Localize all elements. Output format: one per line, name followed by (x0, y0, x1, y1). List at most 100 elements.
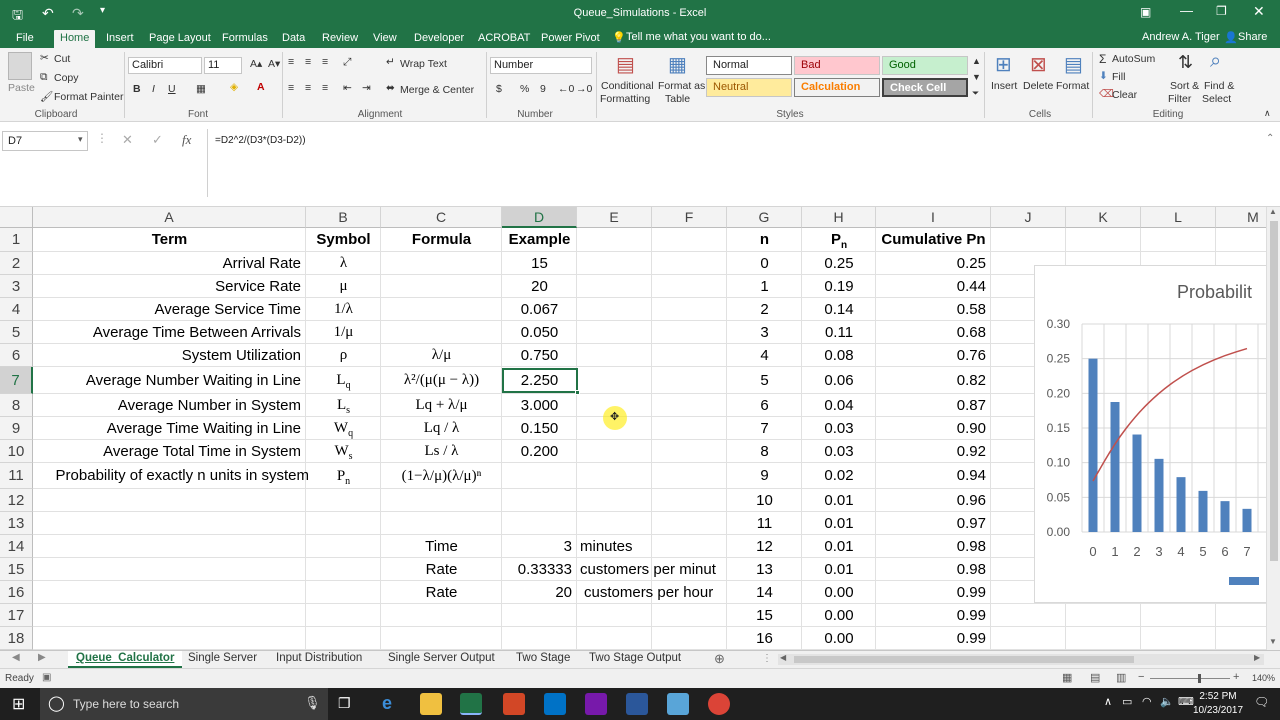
font-name-select[interactable]: Calibri (128, 57, 202, 74)
chart-bar[interactable] (1176, 477, 1186, 532)
column-header-j[interactable]: J (991, 207, 1066, 228)
cumulative-pn-cell[interactable]: 0.76 (876, 344, 986, 367)
chart-bar[interactable] (1154, 458, 1164, 532)
pn-cell[interactable]: 0.06 (802, 367, 876, 394)
symbol-cell[interactable]: Pn (306, 463, 381, 489)
chart-bar[interactable] (1088, 358, 1098, 532)
column-header-k[interactable]: K (1066, 207, 1141, 228)
tab-view[interactable]: View (367, 30, 403, 48)
tab-acrobat[interactable]: ACROBAT (472, 30, 536, 48)
n-cell[interactable]: 9 (727, 463, 802, 489)
row-header-5[interactable]: 5 (0, 321, 33, 344)
underline-button[interactable]: U (168, 83, 176, 95)
column-header-h[interactable]: H (802, 207, 876, 228)
header-cumulative-pn[interactable]: Cumulative Pn (876, 228, 991, 252)
scroll-up-icon[interactable]: ▲ (1269, 207, 1277, 216)
formula-cell[interactable]: λ²/(μ(μ − λ)) (381, 367, 502, 394)
merge-center-button[interactable]: Merge & Center (400, 84, 474, 96)
powerpoint-icon[interactable] (503, 693, 525, 715)
row-header-16[interactable]: 16 (0, 581, 33, 604)
symbol-cell[interactable]: λ (306, 252, 381, 275)
chart-bar[interactable] (1220, 501, 1230, 532)
autosum-button[interactable]: AutoSum (1112, 53, 1155, 65)
n-cell[interactable]: 4 (727, 344, 802, 367)
example-cell[interactable]: 0.150 (502, 417, 577, 440)
calc-label[interactable]: Time (381, 535, 502, 558)
row-header-7[interactable]: 7 (0, 367, 33, 394)
n-cell[interactable]: 12 (727, 535, 802, 558)
clock-date[interactable]: 10/23/2017 (1192, 705, 1244, 716)
term-cell[interactable]: Average Time Between Arrivals (33, 321, 301, 344)
page-layout-view-icon[interactable]: ▤ (1090, 671, 1100, 684)
maximize-button[interactable]: ❐ (1216, 4, 1227, 18)
sort-filter-button[interactable]: Sort & (1170, 80, 1199, 92)
chart-bar[interactable] (1110, 402, 1120, 532)
row-header-18[interactable]: 18 (0, 627, 33, 650)
style-good[interactable]: Good (882, 56, 968, 75)
calc-label[interactable]: Rate (381, 558, 502, 581)
column-header-f[interactable]: F (652, 207, 727, 228)
symbol-cell[interactable]: μ (306, 275, 381, 298)
header-n[interactable]: n (727, 228, 802, 252)
header-formula[interactable]: Formula (381, 228, 502, 252)
calc-unit[interactable]: minutes (580, 535, 728, 558)
pn-cell[interactable]: 0.14 (802, 298, 876, 321)
sort-filter-label2[interactable]: Filter (1168, 93, 1191, 105)
row-header-4[interactable]: 4 (0, 298, 33, 321)
font-size-select[interactable]: 11 (204, 57, 242, 74)
styles-scroll-up-icon[interactable]: ▲ (972, 56, 981, 66)
fill-button[interactable]: Fill (1112, 71, 1125, 83)
clear-button[interactable]: Clear (1112, 89, 1137, 101)
cumulative-pn-cell[interactable]: 0.87 (876, 394, 986, 417)
row-header-10[interactable]: 10 (0, 440, 33, 463)
cancel-entry-icon[interactable]: ✕ (122, 132, 133, 148)
pn-cell[interactable]: 0.03 (802, 417, 876, 440)
n-cell[interactable]: 5 (727, 367, 802, 394)
pn-cell[interactable]: 0.08 (802, 344, 876, 367)
calc-unit[interactable]: customers per hour (584, 581, 732, 604)
n-cell[interactable]: 13 (727, 558, 802, 581)
tab-home[interactable]: Home (54, 30, 96, 48)
sheet-tab-queue-calculator[interactable]: Queue_Calculator (68, 651, 183, 668)
tab-formulas[interactable]: Formulas (216, 30, 274, 48)
n-cell[interactable]: 15 (727, 604, 802, 627)
header-example[interactable]: Example (502, 228, 577, 252)
tab-split-icon[interactable]: ⋮ (762, 653, 772, 664)
example-cell[interactable]: 15 (502, 252, 577, 275)
conditional-formatting-label2[interactable]: Formatting (600, 93, 650, 105)
collapse-ribbon-icon[interactable]: ∧ (1264, 108, 1271, 119)
cut-button[interactable]: Cut (54, 53, 70, 65)
symbol-cell[interactable]: Lq (306, 367, 381, 394)
sheet-tab-two-stage[interactable]: Two Stage (508, 651, 578, 668)
paste-icon[interactable] (8, 52, 32, 80)
format-button[interactable]: Format (1056, 80, 1089, 92)
percent-button[interactable]: % (520, 83, 529, 95)
n-cell[interactable]: 3 (727, 321, 802, 344)
n-cell[interactable]: 8 (727, 440, 802, 463)
tab-developer[interactable]: Developer (408, 30, 470, 48)
tab-page-layout[interactable]: Page Layout (143, 30, 217, 48)
scroll-right-icon[interactable]: ▶ (1254, 653, 1260, 662)
symbol-cell[interactable]: 1/μ (306, 321, 381, 344)
decrease-decimal-icon[interactable]: →0 (576, 83, 592, 95)
column-header-d[interactable]: D (502, 207, 577, 228)
horizontal-scroll-thumb[interactable] (794, 656, 1134, 663)
n-cell[interactable]: 6 (727, 394, 802, 417)
format-painter-button[interactable]: Format Painter (54, 91, 123, 103)
n-cell[interactable]: 11 (727, 512, 802, 535)
conditional-formatting-button[interactable]: Conditional (601, 80, 654, 92)
term-cell[interactable]: Probability of exactly n units in system (33, 463, 309, 489)
column-header-c[interactable]: C (381, 207, 502, 228)
tab-file[interactable]: File (10, 30, 40, 48)
ribbon-display-icon[interactable]: ▣ (1140, 5, 1151, 19)
bold-button[interactable]: B (133, 83, 141, 95)
header-term[interactable]: Term (33, 228, 306, 252)
borders-icon[interactable]: ▦ (196, 83, 206, 95)
cumulative-pn-cell[interactable]: 0.68 (876, 321, 986, 344)
format-as-table-label2[interactable]: Table (665, 93, 690, 105)
column-header-b[interactable]: B (306, 207, 381, 228)
n-cell[interactable]: 0 (727, 252, 802, 275)
windows-start-icon[interactable]: ⊞ (12, 694, 25, 714)
delete-button[interactable]: Delete (1023, 80, 1053, 92)
outlook-icon[interactable] (544, 693, 566, 715)
